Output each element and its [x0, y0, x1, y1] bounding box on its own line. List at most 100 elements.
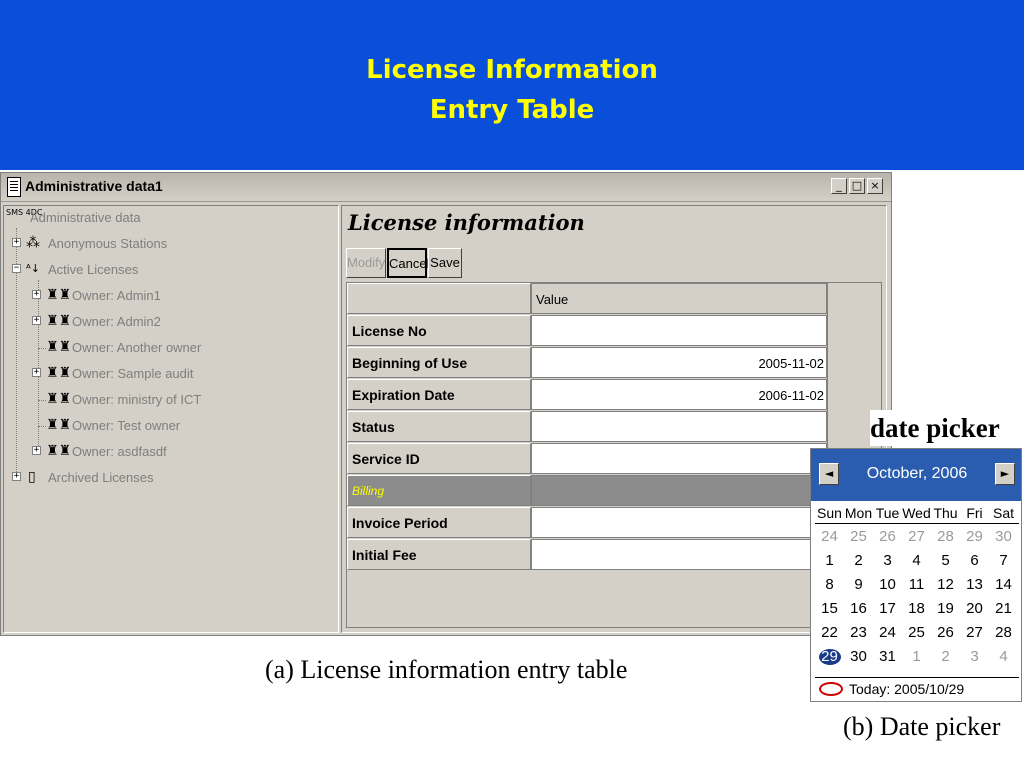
- calendar-day[interactable]: 28: [931, 525, 960, 549]
- today-bar[interactable]: Today: 2005/10/29: [815, 677, 1019, 700]
- expand-toggle[interactable]: +: [12, 472, 21, 481]
- calendar-day[interactable]: 23: [844, 621, 873, 645]
- calendar-day[interactable]: 3: [960, 645, 989, 669]
- calendar-day[interactable]: 30: [844, 645, 873, 669]
- weekday-label: Sun: [817, 505, 842, 521]
- calendar-day[interactable]: 2: [931, 645, 960, 669]
- date-picker-label: date picker: [870, 410, 1024, 446]
- tree-item-owner[interactable]: ♜♜ Owner: Test owner: [32, 416, 332, 436]
- calendar-day[interactable]: 11: [902, 573, 931, 597]
- calendar-day[interactable]: 4: [989, 645, 1018, 669]
- calendar-day[interactable]: 26: [873, 525, 902, 549]
- expiration-date-field[interactable]: 2006-11-02: [531, 379, 827, 410]
- calendar-day[interactable]: 22: [815, 621, 844, 645]
- calendar-day[interactable]: 9: [844, 573, 873, 597]
- calendar-day[interactable]: 29: [815, 645, 844, 669]
- window-titlebar[interactable]: Administrative data1 _ □ ×: [1, 173, 891, 202]
- calendar-day[interactable]: 6: [960, 549, 989, 573]
- tree-root[interactable]: SMS 4DC Administrative data: [6, 208, 336, 228]
- calendar-day[interactable]: 24: [873, 621, 902, 645]
- tree-item-owner[interactable]: ♜♜ Owner: Another owner: [32, 338, 332, 358]
- expand-toggle[interactable]: +: [32, 446, 41, 455]
- maximize-button[interactable]: □: [849, 178, 865, 194]
- calendar-day[interactable]: 7: [989, 549, 1018, 573]
- sms4dc-icon: SMS 4DC: [6, 208, 43, 217]
- tree-item-owner[interactable]: + ♜♜ Owner: Admin2: [32, 312, 332, 332]
- calendar-day[interactable]: 20: [960, 597, 989, 621]
- tree-item-anonymous-stations[interactable]: + ⁂ Anonymous Stations: [12, 234, 332, 254]
- owner-icon: ♜♜: [46, 365, 72, 381]
- calendar-day[interactable]: 5: [931, 549, 960, 573]
- cancel-button[interactable]: Cancel: [387, 248, 429, 278]
- calendar-day[interactable]: 29: [960, 525, 989, 549]
- calendar-day[interactable]: 12: [931, 573, 960, 597]
- caption-license-table: (a) License information entry table: [265, 655, 628, 684]
- owner-icon: ♜♜: [46, 391, 72, 407]
- service-id-field[interactable]: [531, 443, 827, 474]
- calendar-day[interactable]: 26: [931, 621, 960, 645]
- beginning-of-use-field[interactable]: 2005-11-02: [531, 347, 827, 378]
- calendar-day[interactable]: 27: [902, 525, 931, 549]
- tree-item-archived-licenses[interactable]: + ▯ Archived Licenses: [12, 468, 332, 488]
- expand-toggle[interactable]: +: [32, 290, 41, 299]
- next-month-button[interactable]: ►: [995, 463, 1015, 485]
- status-field[interactable]: [531, 411, 827, 442]
- tree-item-owner[interactable]: + ♜♜ Owner: Admin1: [32, 286, 332, 306]
- tree-item-active-licenses[interactable]: − ᴬ↓ Active Licenses: [12, 260, 332, 280]
- active-licenses-icon: ᴬ↓: [26, 262, 40, 275]
- calendar-day[interactable]: 17: [873, 597, 902, 621]
- calendar-day[interactable]: 14: [989, 573, 1018, 597]
- date-picker-header: ◄ October, 2006 ►: [811, 449, 1021, 501]
- tree-item-label: Archived Licenses: [48, 470, 154, 485]
- minimize-button[interactable]: _: [831, 178, 847, 194]
- calendar-day[interactable]: 25: [844, 525, 873, 549]
- calendar-day[interactable]: 4: [902, 549, 931, 573]
- expand-toggle[interactable]: +: [12, 238, 21, 247]
- calendar-day[interactable]: 21: [989, 597, 1018, 621]
- calendar-day[interactable]: 8: [815, 573, 844, 597]
- expand-toggle[interactable]: +: [32, 368, 41, 377]
- tree-item-owner[interactable]: + ♜♜ Owner: asdfasdf: [32, 442, 332, 462]
- license-no-field[interactable]: [531, 315, 827, 346]
- calendar-day[interactable]: 10: [873, 573, 902, 597]
- calendar-day[interactable]: 31: [873, 645, 902, 669]
- slide-title-line2: Entry Table: [429, 95, 595, 125]
- collapse-toggle[interactable]: −: [12, 264, 21, 273]
- grid-header-value: Value: [531, 283, 827, 314]
- tree-item-label: Owner: Test owner: [72, 418, 181, 433]
- modify-button[interactable]: Modify: [346, 248, 386, 278]
- invoice-period-field[interactable]: [531, 507, 827, 538]
- calendar-day[interactable]: 2: [844, 549, 873, 573]
- calendar-day[interactable]: 19: [931, 597, 960, 621]
- tree-item-owner[interactable]: + ♜♜ Owner: Sample audit: [32, 364, 332, 384]
- calendar-day[interactable]: 13: [960, 573, 989, 597]
- expand-toggle[interactable]: +: [32, 316, 41, 325]
- calendar-day[interactable]: 16: [844, 597, 873, 621]
- tree-item-label: Owner: Another owner: [72, 340, 202, 355]
- calendar-day[interactable]: 15: [815, 597, 844, 621]
- calendar-day[interactable]: 3: [873, 549, 902, 573]
- calendar-day[interactable]: 18: [902, 597, 931, 621]
- calendar-day[interactable]: 1: [815, 549, 844, 573]
- calendar-day[interactable]: 28: [989, 621, 1018, 645]
- calendar-day[interactable]: 25: [902, 621, 931, 645]
- close-button[interactable]: ×: [867, 178, 883, 194]
- row-label: Expiration Date: [347, 379, 531, 410]
- grid-row-expiration-date: Expiration Date 2006-11-02: [347, 379, 827, 410]
- calendar-day[interactable]: 24: [815, 525, 844, 549]
- calendar-day[interactable]: 1: [902, 645, 931, 669]
- grid-row-service-id: Service ID: [347, 443, 827, 474]
- initial-fee-field[interactable]: [531, 539, 827, 570]
- weekday-label: Mon: [844, 505, 873, 521]
- grid-header-row: Value: [347, 283, 827, 314]
- navigation-tree: SMS 4DC Administrative data + ⁂ Anonymou…: [3, 205, 339, 633]
- grid-row-initial-fee: Initial Fee: [347, 539, 827, 570]
- calendar-day[interactable]: 30: [989, 525, 1018, 549]
- section-label: Billing: [347, 475, 531, 506]
- tree-item-label: Owner: ministry of ICT: [72, 392, 202, 407]
- prev-month-button[interactable]: ◄: [819, 463, 839, 485]
- tree-root-label: Administrative data: [30, 210, 141, 225]
- calendar-day[interactable]: 27: [960, 621, 989, 645]
- save-button[interactable]: Save: [428, 248, 462, 278]
- tree-item-owner[interactable]: ♜♜ Owner: ministry of ICT: [32, 390, 332, 410]
